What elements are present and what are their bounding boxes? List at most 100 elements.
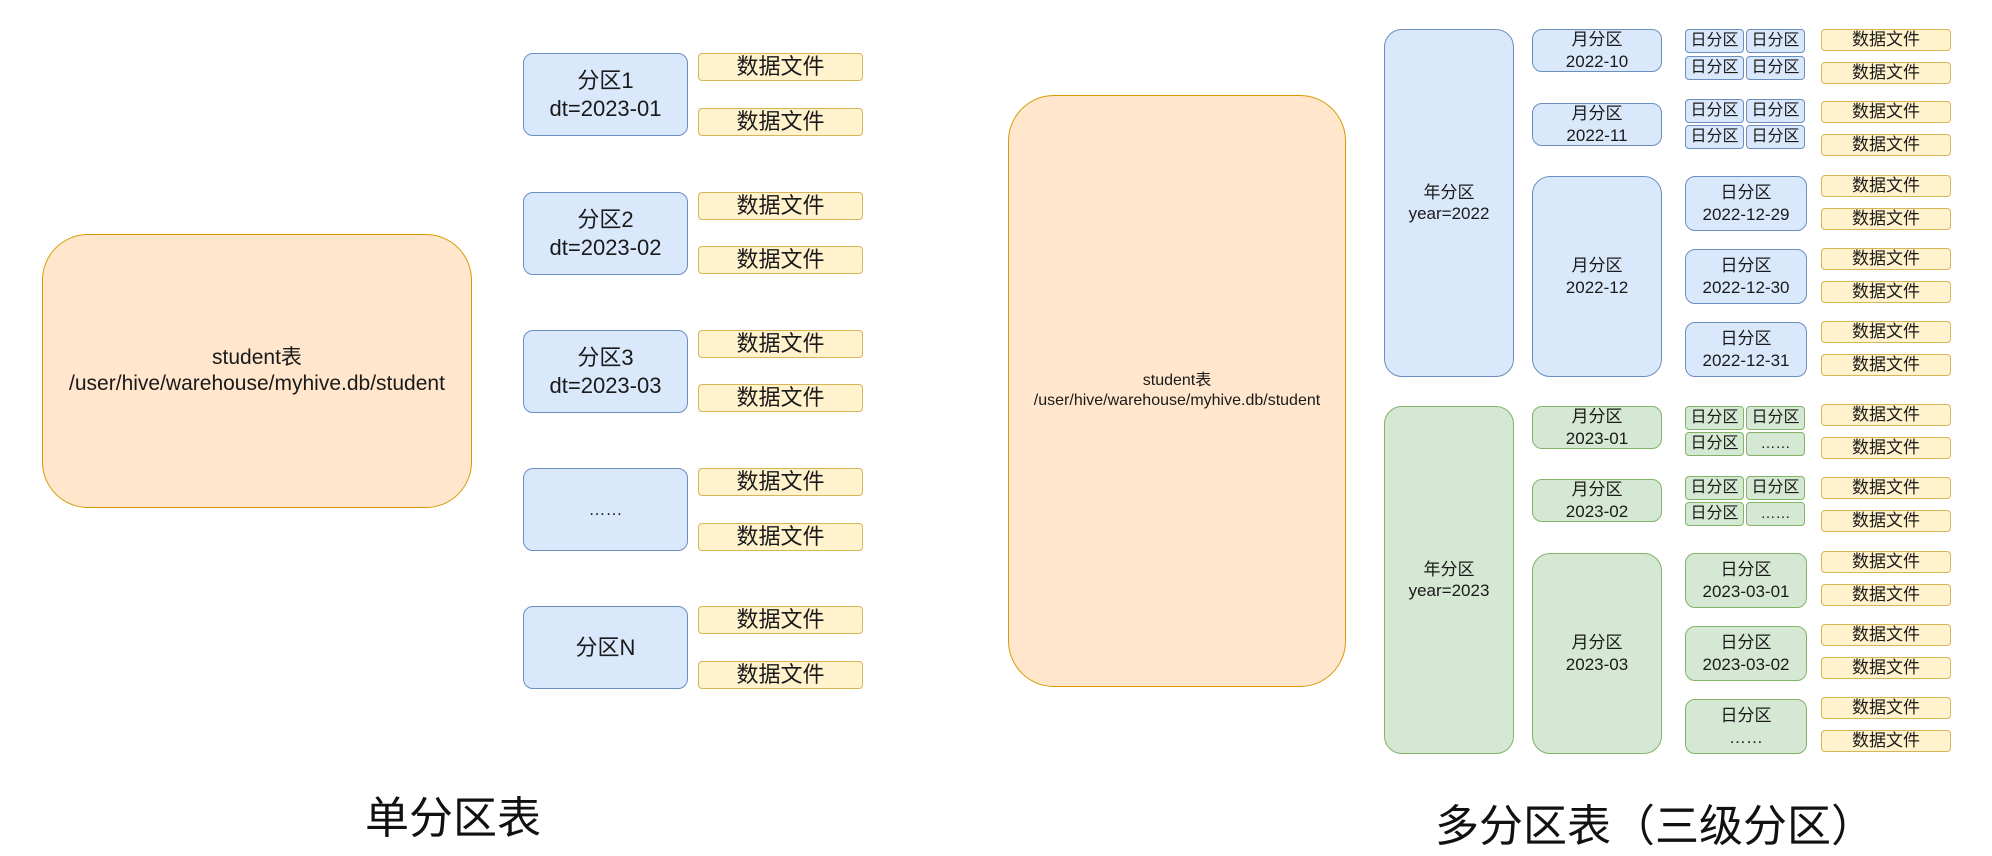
partition-name: 分区1: [577, 68, 634, 93]
day-partition-2023-03-01: 日分区 2023-03-01: [1685, 553, 1807, 608]
partition-n: 分区N: [523, 606, 688, 689]
data-file: 数据文件: [1821, 437, 1951, 459]
month-value: 2022-10: [1565, 51, 1629, 71]
table-label: student表: [1142, 372, 1212, 389]
day-value: 2022-12-29: [1702, 204, 1790, 224]
month-value: 2022-12: [1565, 277, 1629, 297]
month-label: 月分区: [1571, 104, 1623, 124]
day-cell-ellipsis: ……: [1746, 502, 1805, 526]
month-partition-2022-12: 月分区 2022-12: [1532, 176, 1662, 377]
caption-single: 单分区表: [365, 793, 541, 844]
day-value: 2022-12-30: [1702, 277, 1790, 297]
day-cell: 日分区: [1746, 99, 1805, 123]
data-file: 数据文件: [1821, 248, 1951, 270]
data-file: 数据文件: [1821, 551, 1951, 573]
data-file: 数据文件: [698, 384, 863, 412]
month-label: 月分区: [1571, 633, 1623, 653]
day-cell: 日分区: [1685, 125, 1744, 149]
year-value: year=2023: [1408, 581, 1490, 600]
data-file: 数据文件: [698, 661, 863, 689]
year-label: 年分区: [1423, 559, 1475, 579]
day-cell: 日分区: [1685, 432, 1744, 456]
partition-2: 分区2 dt=2023-02: [523, 192, 688, 275]
table-path: /user/hive/warehouse/myhive.db/student: [69, 372, 445, 395]
month-partition-2022-11: 月分区 2022-11: [1532, 103, 1662, 146]
month-partition-2023-01: 月分区 2023-01: [1532, 406, 1662, 449]
day-label: 日分区: [1720, 706, 1772, 726]
day-cell: 日分区: [1746, 125, 1805, 149]
partition-name: ……: [588, 499, 623, 519]
month-label: 月分区: [1571, 30, 1623, 50]
partition-value: dt=2023-02: [549, 234, 662, 260]
day-cell: 日分区: [1685, 56, 1744, 80]
day-value: 2023-03-02: [1702, 654, 1790, 674]
data-file: 数据文件: [698, 468, 863, 496]
day-cell: 日分区: [1685, 99, 1744, 123]
year-partition-2022: 年分区 year=2022: [1384, 29, 1514, 377]
month-value: 2023-01: [1565, 428, 1629, 448]
day-cell: 日分区: [1685, 29, 1744, 53]
partition-1: 分区1 dt=2023-01: [523, 53, 688, 136]
month-value: 2023-02: [1565, 501, 1629, 521]
month-value: 2022-11: [1566, 125, 1628, 145]
data-file: 数据文件: [1821, 208, 1951, 230]
data-file: 数据文件: [698, 192, 863, 220]
day-partition-2022-12-29: 日分区 2022-12-29: [1685, 176, 1807, 231]
data-file: 数据文件: [698, 330, 863, 358]
single-student-table: student表 /user/hive/warehouse/myhive.db/…: [42, 234, 472, 508]
day-cell: 日分区: [1746, 56, 1805, 80]
day-label: 日分区: [1720, 560, 1772, 580]
data-file: 数据文件: [1821, 62, 1951, 84]
data-file: 数据文件: [1821, 321, 1951, 343]
month-label: 月分区: [1571, 407, 1623, 427]
year-partition-2023: 年分区 year=2023: [1384, 406, 1514, 754]
data-file: 数据文件: [1821, 624, 1951, 646]
partition-value: dt=2023-03: [549, 372, 662, 398]
day-label: 日分区: [1720, 183, 1772, 203]
partition-name: 分区3: [577, 345, 634, 370]
data-file: 数据文件: [698, 246, 863, 274]
partition-3: 分区3 dt=2023-03: [523, 330, 688, 413]
month-partition-2023-02: 月分区 2023-02: [1532, 479, 1662, 522]
data-file: 数据文件: [698, 108, 863, 136]
data-file: 数据文件: [698, 606, 863, 634]
day-value: 2023-03-01: [1702, 581, 1790, 601]
day-cell: 日分区: [1746, 406, 1805, 430]
data-file: 数据文件: [1821, 354, 1951, 376]
day-cell: 日分区: [1685, 502, 1744, 526]
month-partition-2023-03: 月分区 2023-03: [1532, 553, 1662, 754]
day-label: 日分区: [1720, 256, 1772, 276]
day-cell: 日分区: [1685, 476, 1744, 500]
day-partition-2022-12-30: 日分区 2022-12-30: [1685, 249, 1807, 304]
multi-student-table: student表 /user/hive/warehouse/myhive.db/…: [1008, 95, 1346, 687]
caption-multi: 多分区表（三级分区）: [1435, 801, 1875, 852]
day-partition-2023-03-02: 日分区 2023-03-02: [1685, 626, 1807, 681]
month-value: 2023-03: [1565, 654, 1629, 674]
data-file: 数据文件: [1821, 510, 1951, 532]
data-file: 数据文件: [1821, 134, 1951, 156]
data-file: 数据文件: [1821, 730, 1951, 752]
table-label: student表: [212, 345, 302, 369]
day-cell-ellipsis: ……: [1746, 432, 1805, 456]
day-value: ……: [1729, 727, 1763, 747]
month-label: 月分区: [1571, 256, 1623, 276]
month-label: 月分区: [1571, 480, 1623, 500]
day-cell: 日分区: [1746, 29, 1805, 53]
partition-ellipsis: ……: [523, 468, 688, 551]
data-file: 数据文件: [1821, 101, 1951, 123]
data-file: 数据文件: [1821, 584, 1951, 606]
data-file: 数据文件: [1821, 281, 1951, 303]
table-path: /user/hive/warehouse/myhive.db/student: [1033, 392, 1321, 409]
data-file: 数据文件: [1821, 29, 1951, 51]
day-label: 日分区: [1720, 329, 1772, 349]
data-file: 数据文件: [1821, 697, 1951, 719]
data-file: 数据文件: [1821, 404, 1951, 426]
year-label: 年分区: [1423, 182, 1475, 202]
month-partition-2022-10: 月分区 2022-10: [1532, 29, 1662, 72]
partition-value: dt=2023-01: [549, 95, 662, 121]
partition-name: 分区2: [577, 207, 634, 232]
data-file: 数据文件: [1821, 175, 1951, 197]
day-cell: 日分区: [1685, 406, 1744, 430]
data-file: 数据文件: [698, 53, 863, 81]
day-partition-2022-12-31: 日分区 2022-12-31: [1685, 322, 1807, 377]
